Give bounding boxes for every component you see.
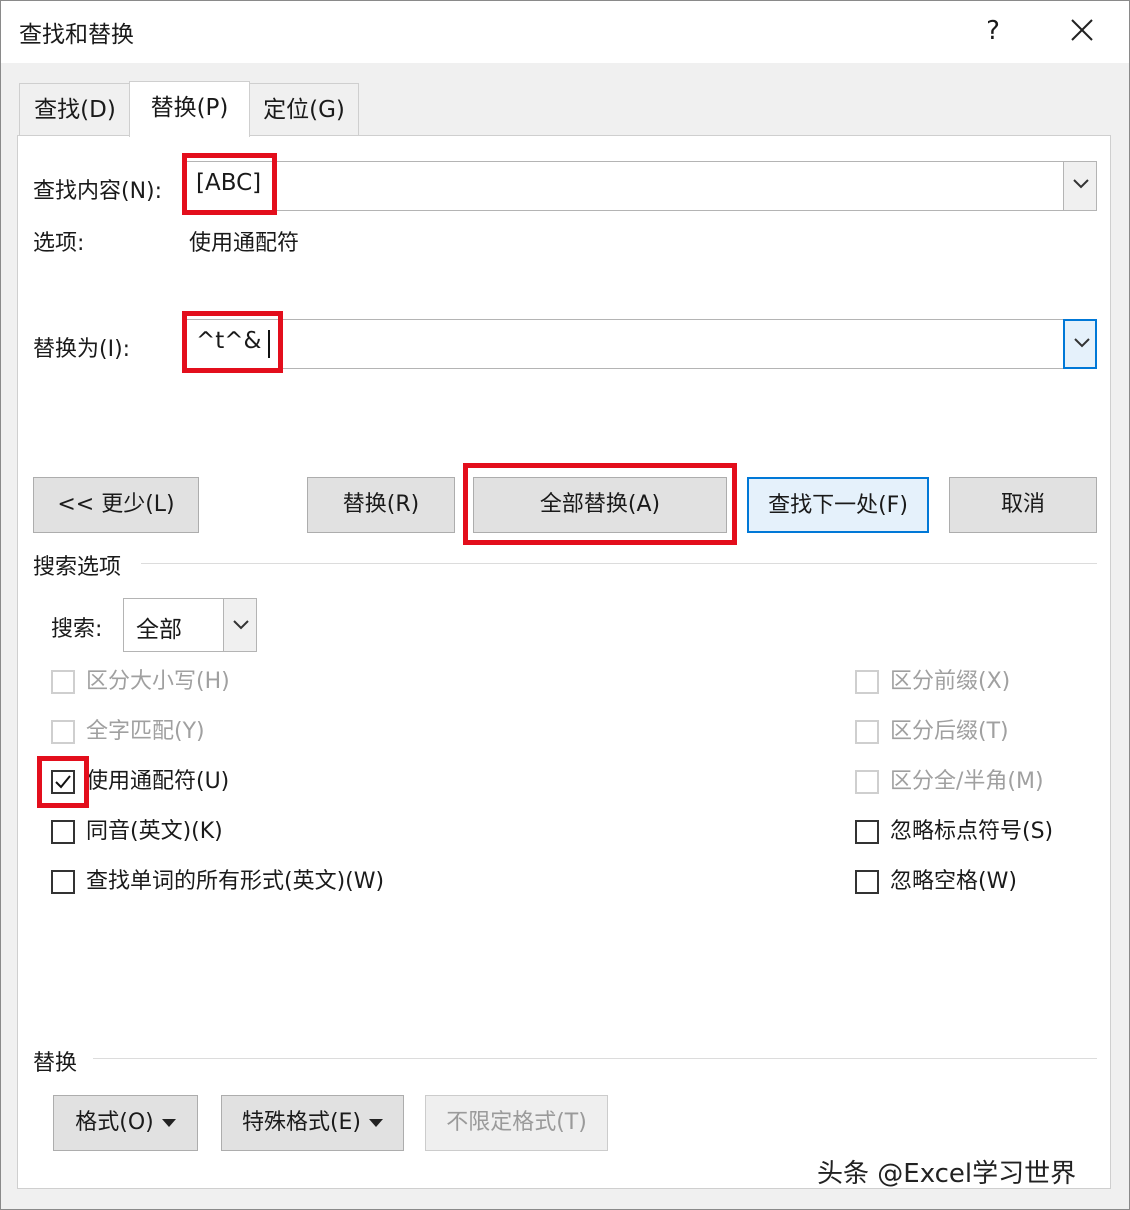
checkbox-box bbox=[51, 820, 75, 844]
find-history-dropdown[interactable] bbox=[1063, 161, 1097, 211]
replace-all-button[interactable]: 全部替换(A) bbox=[473, 477, 727, 533]
no-formatting-button[interactable]: 不限定格式(T) bbox=[425, 1095, 608, 1151]
dropdown-arrow-icon bbox=[161, 1119, 176, 1127]
help-button[interactable]: ? bbox=[973, 11, 1013, 51]
replace-history-dropdown[interactable] bbox=[1063, 319, 1097, 369]
options-label: 选项: bbox=[33, 231, 85, 256]
search-direction-dropdown[interactable] bbox=[223, 598, 257, 652]
format-button-label: 格式(O) bbox=[75, 1110, 154, 1135]
find-replace-dialog: 查找和替换 ? 查找(D) 替换(P) 定位(G) 查找内容(N): [ABC]… bbox=[0, 0, 1130, 1210]
checkbox-label: 区分大小写(H) bbox=[86, 669, 230, 694]
cancel-button[interactable]: 取消 bbox=[949, 477, 1097, 533]
replace-input[interactable]: ^t^& bbox=[183, 319, 1065, 369]
chevron-down-icon bbox=[1074, 338, 1090, 348]
checkbox-label: 忽略空格(W) bbox=[890, 869, 1017, 894]
search-direction-value: 全部 bbox=[136, 617, 182, 643]
watermark: 头条 @Excel学习世界 bbox=[817, 1159, 1077, 1189]
search-direction-select[interactable]: 全部 bbox=[123, 598, 225, 652]
special-button-label: 特殊格式(E) bbox=[241, 1110, 362, 1135]
tab-replace[interactable]: 替换(P) bbox=[129, 81, 250, 137]
dropdown-arrow-icon bbox=[369, 1119, 384, 1127]
replace-button[interactable]: 替换(R) bbox=[307, 477, 455, 533]
find-input-value: [ABC] bbox=[196, 170, 262, 196]
special-button[interactable]: 特殊格式(E) bbox=[221, 1095, 404, 1151]
chevron-down-icon bbox=[233, 620, 249, 630]
chevron-down-icon bbox=[1073, 179, 1089, 189]
replace-label: 替换为(I): bbox=[33, 337, 131, 362]
close-button[interactable] bbox=[1061, 11, 1103, 51]
checkbox-label: 区分全/半角(M) bbox=[890, 769, 1044, 794]
search-options-heading: 搜索选项 bbox=[33, 555, 122, 580]
checkbox-box bbox=[855, 720, 879, 744]
checkbox-label: 区分后缀(T) bbox=[890, 719, 1009, 744]
checkbox-box bbox=[855, 820, 879, 844]
text-cursor bbox=[268, 330, 270, 358]
less-button[interactable]: << 更少(L) bbox=[33, 477, 199, 533]
checkbox-box bbox=[855, 870, 879, 894]
section-divider bbox=[141, 563, 1097, 564]
find-input[interactable]: [ABC] bbox=[183, 161, 1065, 211]
checkbox-box bbox=[51, 770, 75, 794]
checkbox-box bbox=[51, 870, 75, 894]
replace-input-value: ^t^& bbox=[196, 328, 262, 354]
tab-panel bbox=[17, 135, 1111, 1189]
format-button[interactable]: 格式(O) bbox=[53, 1095, 198, 1151]
checkbox-box bbox=[51, 670, 75, 694]
title-bar: 查找和替换 ? bbox=[1, 1, 1129, 63]
find-next-button[interactable]: 查找下一处(F) bbox=[747, 477, 929, 533]
search-direction-label: 搜索: bbox=[51, 617, 103, 642]
checkbox-label: 同音(英文)(K) bbox=[86, 819, 223, 844]
checkbox-label: 查找单词的所有形式(英文)(W) bbox=[86, 869, 385, 894]
checkbox-label: 使用通配符(U) bbox=[86, 769, 230, 794]
tab-goto[interactable]: 定位(G) bbox=[249, 83, 359, 135]
checkbox-label: 忽略标点符号(S) bbox=[890, 819, 1054, 844]
checkbox-box bbox=[855, 670, 879, 694]
close-icon bbox=[1071, 19, 1093, 41]
checkbox-label: 区分前缀(X) bbox=[890, 669, 1011, 694]
tab-find[interactable]: 查找(D) bbox=[19, 83, 131, 135]
checkbox-box bbox=[51, 720, 75, 744]
replace-section-heading: 替换 bbox=[33, 1051, 78, 1076]
checkmark-icon bbox=[55, 775, 71, 789]
options-value: 使用通配符 bbox=[189, 231, 300, 256]
window-title: 查找和替换 bbox=[19, 22, 134, 48]
checkbox-box bbox=[855, 770, 879, 794]
section-divider bbox=[93, 1058, 1097, 1059]
find-label: 查找内容(N): bbox=[33, 179, 163, 204]
checkbox-label: 全字匹配(Y) bbox=[86, 719, 205, 744]
